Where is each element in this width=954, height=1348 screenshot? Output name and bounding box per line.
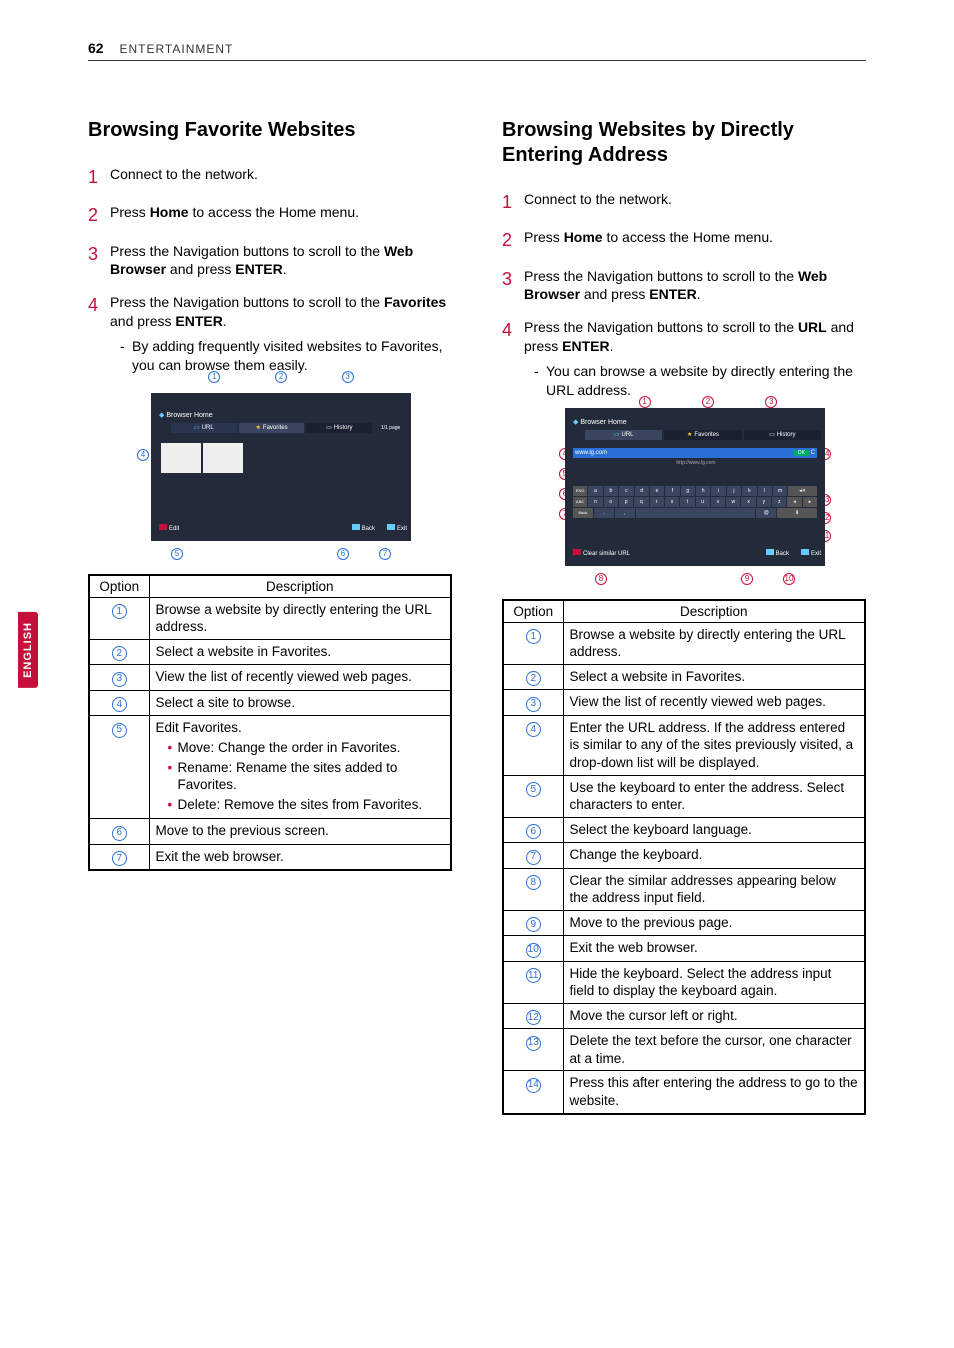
th-option: Option — [89, 575, 149, 598]
table-row: 8Clear the similar addresses appearing b… — [503, 868, 865, 910]
step-1: 1Connect to the network. — [88, 165, 452, 189]
fig-url-suggestion: http://www.lg.com — [573, 460, 817, 468]
page-header: 62 ENTERTAINMENT — [88, 40, 866, 61]
table-row: 7Exit the web browser. — [89, 844, 451, 870]
figure-url-entry: ◆ Browser Home ▭ URL ★ Favorites ▭ Histo… — [565, 408, 825, 566]
callout-2: 2 — [275, 371, 287, 383]
fig-tab-url: ▭ URL — [171, 423, 237, 433]
fig-tab-favorites: ★ Favorites — [239, 423, 305, 433]
fig-edit: Edit — [159, 524, 179, 533]
figure-favorites: ◆ Browser Home ▭ URL ★ Favorites ▭ Histo… — [151, 393, 411, 541]
callout-2: 2 — [702, 396, 714, 408]
fig-back: Back — [766, 549, 789, 558]
table-row: 2Select a website in Favorites. — [89, 639, 451, 665]
fig-keyboard: ENG abcdefghijklm ◂✕ ABC nopqrstuvwxyz ◂… — [573, 486, 817, 519]
fig-tab-history: ▭ History — [744, 430, 821, 440]
callout-10: 10 — [783, 573, 795, 585]
callout-5: 5 — [171, 548, 183, 560]
callout-8: 8 — [595, 573, 607, 585]
right-steps: 1Connect to the network. 2Press Home to … — [502, 190, 866, 585]
step-4-sub: By adding frequently visited websites to… — [120, 337, 452, 375]
callout-3: 3 — [765, 396, 777, 408]
table-row: 4Enter the URL address. If the address e… — [503, 715, 865, 775]
fig-tab-favorites: ★ Favorites — [664, 430, 741, 440]
callout-3: 3 — [342, 371, 354, 383]
fig-address-bar: www.lg.com OK C — [573, 448, 817, 458]
th-description: Description — [149, 575, 451, 598]
callout-1: 1 — [208, 371, 220, 383]
step-4-sub: You can browse a website by directly ent… — [534, 362, 866, 400]
table-row: 1Browse a website by directly entering t… — [503, 622, 865, 664]
table-row: 10Exit the web browser. — [503, 936, 865, 962]
callout-7: 7 — [379, 548, 391, 560]
callout-4: 4 — [137, 449, 149, 461]
table-row: 5Use the keyboard to enter the address. … — [503, 775, 865, 817]
table-row: 12Move the cursor left or right. — [503, 1003, 865, 1029]
fig-clear: Clear similar URL — [573, 549, 630, 558]
left-column: Browsing Favorite Websites 1Connect to t… — [88, 118, 452, 1115]
table-row: 4Select a site to browse. — [89, 690, 451, 716]
table-row: 6Move to the previous screen. — [89, 819, 451, 845]
step-3: 3Press the Navigation buttons to scroll … — [88, 242, 452, 280]
right-title: Browsing Websites by Directly Entering A… — [502, 118, 866, 168]
step-2: 2Press Home to access the Home menu. — [88, 203, 452, 227]
table-row: 6Select the keyboard language. — [503, 817, 865, 843]
step-4: 4Press the Navigation buttons to scroll … — [88, 293, 452, 559]
left-title: Browsing Favorite Websites — [88, 118, 452, 143]
th-option: Option — [503, 600, 563, 623]
favorite-thumb-1 — [161, 443, 201, 473]
figure-favorites-wrap: 1 2 3 4 ◆ Browser Home ▭ URL ★ Favorites… — [110, 383, 452, 546]
table-row: 5Edit Favorites. Move: Change the order … — [89, 716, 451, 819]
table-row: 9Move to the previous page. — [503, 910, 865, 936]
left-option-table: OptionDescription 1Browse a website by d… — [88, 574, 452, 871]
callout-9: 9 — [741, 573, 753, 585]
table-row: 14Press this after entering the address … — [503, 1071, 865, 1114]
step-4: 4Press the Navigation buttons to scroll … — [502, 318, 866, 584]
table-row: 11Hide the keyboard. Select the address … — [503, 961, 865, 1003]
left-steps: 1Connect to the network. 2Press Home to … — [88, 165, 452, 560]
fig-back: Back — [352, 524, 375, 533]
fig-page-indicator: 1/1 page — [374, 423, 407, 433]
right-option-table: OptionDescription 1Browse a website by d… — [502, 599, 866, 1115]
callout-6: 6 — [337, 548, 349, 560]
table-row: 3View the list of recently viewed web pa… — [89, 665, 451, 691]
table-row: 1Browse a website by directly entering t… — [89, 597, 451, 639]
right-column: Browsing Websites by Directly Entering A… — [502, 118, 866, 1115]
callout-1: 1 — [639, 396, 651, 408]
table-row: 13Delete the text before the cursor, one… — [503, 1029, 865, 1071]
table-row: 7Change the keyboard. — [503, 843, 865, 869]
fig-exit: Exit — [801, 549, 821, 558]
content: Browsing Favorite Websites 1Connect to t… — [88, 118, 866, 1115]
table-row: 2Select a website in Favorites. — [503, 664, 865, 690]
fig-tab-url: ▭ URL — [585, 430, 662, 440]
step-1: 1Connect to the network. — [502, 190, 866, 214]
fig-tab-history: ▭ History — [306, 423, 372, 433]
step-3: 3Press the Navigation buttons to scroll … — [502, 267, 866, 305]
table-row: 3View the list of recently viewed web pa… — [503, 690, 865, 716]
favorite-thumb-2 — [203, 443, 243, 473]
section-name: ENTERTAINMENT — [119, 42, 233, 56]
th-description: Description — [563, 600, 865, 623]
page-number: 62 — [88, 40, 104, 56]
language-tab: ENGLISH — [18, 612, 38, 688]
fig-exit: Exit — [387, 524, 407, 533]
step-2: 2Press Home to access the Home menu. — [502, 228, 866, 252]
figure-url-wrap: 1 2 3 4 5 6 7 14 13 — [524, 408, 866, 571]
